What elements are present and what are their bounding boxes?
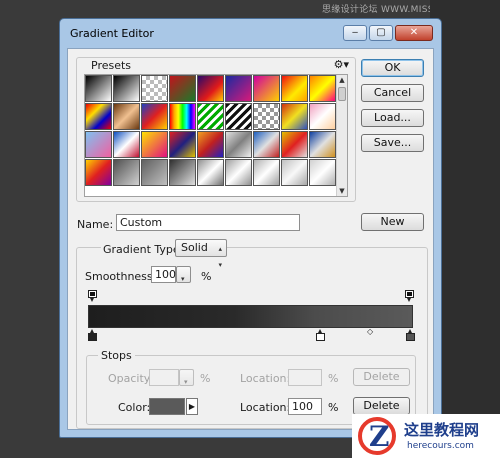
opacity-unit: % <box>200 372 211 385</box>
gradient-preview-bar[interactable] <box>88 305 413 328</box>
preset-swatch[interactable] <box>141 103 168 130</box>
ok-button[interactable]: OK <box>361 59 424 77</box>
preset-swatch[interactable] <box>169 75 196 102</box>
cancel-button[interactable]: Cancel <box>361 84 424 102</box>
close-button[interactable]: ✕ <box>395 25 433 41</box>
window-controls: ‒ ▢ ✕ <box>343 25 433 41</box>
chevron-updown-icon: ▴ ▾ <box>218 245 222 269</box>
logo-url: herecours.com <box>407 441 474 451</box>
maximize-button[interactable]: ▢ <box>369 25 393 41</box>
smoothness-field[interactable]: 100 <box>151 266 176 283</box>
presets-label: Presets <box>91 59 132 72</box>
opacity-delete-button: Delete <box>353 368 410 386</box>
logo-name: 这里教程网 <box>404 421 480 439</box>
opacity-location-label: Location: <box>240 372 291 385</box>
preset-swatch[interactable] <box>113 159 140 186</box>
opacity-dropdown: ▾ <box>179 369 194 386</box>
name-label: Name: <box>77 218 114 231</box>
preset-swatch[interactable] <box>253 103 280 130</box>
window-title: Gradient Editor <box>70 27 154 40</box>
opacity-stop-left[interactable] <box>88 290 97 302</box>
preset-swatch[interactable] <box>169 159 196 186</box>
preset-swatch[interactable] <box>281 131 308 158</box>
preset-swatch[interactable] <box>281 103 308 130</box>
preset-swatch[interactable] <box>309 75 336 102</box>
color-location-field[interactable]: 100 <box>288 398 322 415</box>
new-button[interactable]: New <box>361 213 424 231</box>
preset-swatch[interactable] <box>225 159 252 186</box>
preset-swatch[interactable] <box>225 75 252 102</box>
minimize-button[interactable]: ‒ <box>343 25 367 41</box>
chevron-down-icon: ▾ <box>184 378 188 386</box>
preset-swatch[interactable] <box>197 159 224 186</box>
preset-swatch[interactable] <box>281 75 308 102</box>
scroll-down-icon[interactable]: ▼ <box>337 186 347 196</box>
opacity-location-field <box>288 369 322 386</box>
play-icon[interactable]: ▶ <box>186 398 198 415</box>
scroll-up-icon[interactable]: ▲ <box>337 75 347 85</box>
preset-swatch[interactable] <box>309 103 336 130</box>
presets-scrollbar[interactable]: ▲ ▼ <box>336 75 347 196</box>
color-location-label: Location: <box>240 401 291 414</box>
preset-swatch[interactable] <box>253 159 280 186</box>
presets-swatch-area: ▲ ▼ <box>84 74 348 197</box>
site-logo: Z 这里教程网 herecours.com <box>352 414 500 458</box>
preset-swatch[interactable] <box>253 75 280 102</box>
preset-swatch[interactable] <box>253 131 280 158</box>
preset-swatch[interactable] <box>85 131 112 158</box>
color-stop-left[interactable] <box>88 329 97 341</box>
preset-swatch[interactable] <box>197 75 224 102</box>
preset-swatch[interactable] <box>169 103 196 130</box>
logo-z-mark: Z <box>369 420 390 453</box>
smoothness-unit: % <box>201 270 212 283</box>
preset-swatch[interactable] <box>225 103 252 130</box>
color-swatch[interactable] <box>149 398 185 415</box>
color-stop-right[interactable] <box>406 329 415 341</box>
preset-swatch[interactable] <box>281 159 308 186</box>
load-button[interactable]: Load... <box>361 109 424 127</box>
gradient-type-label: Gradient Type: <box>101 243 186 256</box>
color-delete-button[interactable]: Delete <box>353 397 410 415</box>
preset-swatch[interactable] <box>197 131 224 158</box>
preset-swatch[interactable] <box>113 103 140 130</box>
opacity-label: Opacity: <box>108 372 154 385</box>
preset-swatch[interactable] <box>169 131 196 158</box>
opacity-location-unit: % <box>328 372 339 385</box>
presets-grid <box>85 75 336 186</box>
gradient-type-value: Solid <box>181 241 208 254</box>
chevron-down-icon: ▾ <box>181 275 185 283</box>
preset-swatch[interactable] <box>197 103 224 130</box>
dialog-body: Presets ⚙▾ ▲ ▼ OK Cancel Load... Save...… <box>67 48 434 430</box>
gear-icon[interactable]: ⚙▾ <box>334 58 349 71</box>
stops-label: Stops <box>98 349 135 362</box>
presets-panel: Presets ⚙▾ ▲ ▼ <box>76 57 356 202</box>
preset-swatch[interactable] <box>309 131 336 158</box>
color-stop-mid[interactable] <box>316 329 325 341</box>
gradient-type-select[interactable]: Solid ▴ ▾ <box>175 239 227 269</box>
save-button[interactable]: Save... <box>361 134 424 152</box>
smoothness-dropdown[interactable]: ▾ <box>176 266 191 283</box>
preset-swatch[interactable] <box>141 75 168 102</box>
preset-swatch[interactable] <box>85 159 112 186</box>
preset-swatch[interactable] <box>141 131 168 158</box>
title-bar[interactable]: Gradient Editor ‒ ▢ ✕ <box>60 19 441 47</box>
opacity-field <box>149 369 179 386</box>
color-location-unit: % <box>328 401 339 414</box>
smoothness-label: Smoothness: <box>85 270 157 283</box>
preset-swatch[interactable] <box>113 131 140 158</box>
gradient-editor-window: Gradient Editor ‒ ▢ ✕ Presets ⚙▾ ▲ ▼ OK … <box>59 18 442 438</box>
preset-swatch[interactable] <box>113 75 140 102</box>
preset-swatch[interactable] <box>85 103 112 130</box>
scroll-thumb[interactable] <box>338 87 346 101</box>
name-field[interactable]: Custom <box>116 214 300 231</box>
preset-swatch[interactable] <box>85 75 112 102</box>
opacity-stop-right[interactable] <box>405 290 414 302</box>
preset-swatch[interactable] <box>141 159 168 186</box>
color-label: Color: <box>118 401 151 414</box>
midpoint-diamond-icon[interactable]: ◇ <box>367 327 373 336</box>
preset-swatch[interactable] <box>225 131 252 158</box>
preset-swatch[interactable] <box>309 159 336 186</box>
